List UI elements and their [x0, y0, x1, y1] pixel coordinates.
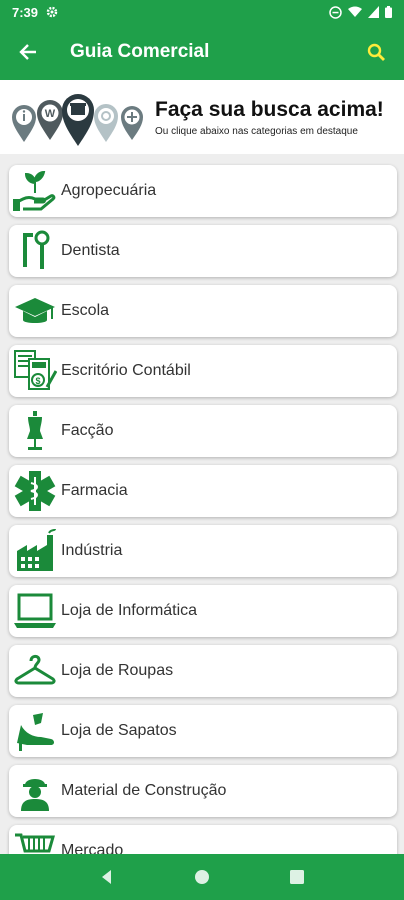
add-pin-icon: [121, 106, 143, 140]
category-label: Facção: [61, 422, 114, 439]
category-item-loja-de-informatica[interactable]: Loja de Informática: [9, 585, 397, 637]
plant-hand-icon: [11, 167, 59, 215]
nav-recents-icon[interactable]: [289, 869, 305, 885]
mannequin-icon: [11, 407, 59, 455]
nav-back-icon[interactable]: [99, 869, 115, 885]
category-list[interactable]: Agropecuária Dentista Escola $ Escritóri…: [0, 154, 404, 854]
category-item-mercado[interactable]: Mercado: [9, 825, 397, 854]
dental-tools-icon: [11, 227, 59, 275]
category-item-industria[interactable]: Indústria: [9, 525, 397, 577]
category-label: Loja de Sapatos: [61, 722, 177, 739]
wordpress-pin-icon: W: [37, 100, 63, 140]
gear-icon: [46, 6, 58, 18]
svg-text:$: $: [35, 376, 40, 386]
status-time: 7:39: [12, 4, 39, 20]
category-item-escritorio-contabil[interactable]: $ Escritório Contábil: [9, 345, 397, 397]
app-bar: Guia Comercial: [0, 24, 404, 80]
category-item-loja-de-sapatos[interactable]: Loja de Sapatos: [9, 705, 397, 757]
category-label: Indústria: [61, 542, 123, 559]
category-item-material-de-construcao[interactable]: Material de Construção: [9, 765, 397, 817]
graduation-cap-icon: [11, 287, 59, 335]
category-label: Escritório Contábil: [61, 362, 191, 379]
category-item-farmacia[interactable]: Farmacia: [9, 465, 397, 517]
laptop-icon: [11, 587, 59, 635]
accounting-icon: $: [11, 347, 59, 395]
system-nav-bar: [0, 854, 404, 900]
hanger-icon: [11, 647, 59, 695]
search-button[interactable]: [348, 24, 404, 80]
banner-headline: Faça sua busca acima!: [155, 98, 384, 121]
banner-subtitle: Ou clique abaixo nas categorias em desta…: [155, 126, 358, 137]
search-banner: W Faça sua busca acima! Ou clique abaixo…: [0, 80, 404, 154]
worker-icon: [11, 767, 59, 815]
factory-icon: [11, 527, 59, 575]
wifi-icon: [348, 6, 362, 17]
map-pins-illustration: W: [12, 94, 143, 146]
medical-star-icon: [11, 467, 59, 515]
shopping-cart-icon: [11, 827, 59, 854]
page-title: Guia Comercial: [70, 41, 210, 62]
category-label: Escola: [61, 302, 110, 319]
signal-icon: [368, 6, 379, 18]
category-label: Loja de Informática: [61, 602, 198, 619]
svg-text:W: W: [45, 108, 56, 120]
back-button[interactable]: [0, 24, 56, 80]
do-not-disturb-icon: [329, 5, 342, 19]
category-label: Agropecuária: [61, 182, 157, 199]
battery-icon: [385, 6, 392, 18]
status-bar: 7:39: [0, 0, 404, 24]
category-item-agropecuaria[interactable]: Agropecuária: [9, 165, 397, 217]
store-pin-icon: [62, 94, 94, 146]
category-label: Dentista: [61, 242, 120, 259]
high-heel-icon: [11, 707, 59, 755]
category-item-dentista[interactable]: Dentista: [9, 225, 397, 277]
settings-pin-icon: [94, 104, 118, 142]
search-icon: [367, 43, 385, 61]
category-label: Material de Construção: [61, 782, 227, 799]
category-item-escola[interactable]: Escola: [9, 285, 397, 337]
nav-home-icon[interactable]: [194, 869, 210, 885]
category-item-faccao[interactable]: Facção: [9, 405, 397, 457]
category-item-loja-de-roupas[interactable]: Loja de Roupas: [9, 645, 397, 697]
category-label: Mercado: [61, 842, 124, 854]
category-label: Farmacia: [61, 482, 128, 499]
category-label: Loja de Roupas: [61, 662, 174, 679]
info-pin-icon: [12, 105, 36, 142]
arrow-left-icon: [19, 44, 36, 60]
